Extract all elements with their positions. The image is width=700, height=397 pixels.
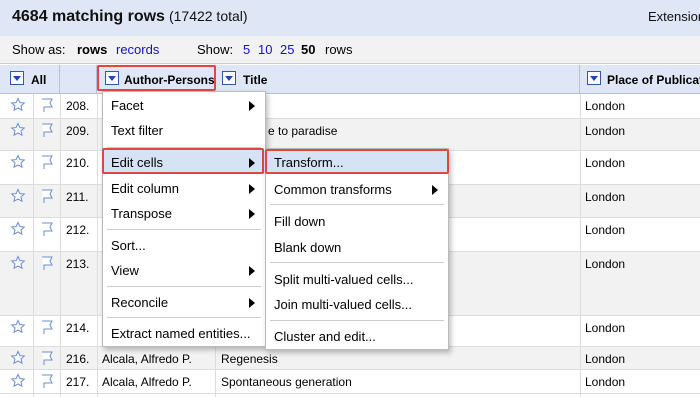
menu-separator — [270, 204, 444, 205]
menu-item-sort[interactable]: Sort... — [103, 233, 265, 257]
row-number: 217. — [66, 375, 90, 389]
rows-suffix: rows — [325, 42, 353, 57]
author-cell[interactable]: Alcala, Alfredo P. — [102, 352, 192, 366]
col-divider — [580, 94, 581, 397]
edit-cells-highlight — [102, 148, 264, 174]
author-header-highlight — [97, 65, 216, 91]
column-header-place[interactable]: Place of Publication — [580, 65, 700, 94]
menu-separator — [270, 320, 444, 321]
star-icon[interactable] — [10, 154, 26, 170]
star-icon[interactable] — [10, 350, 26, 366]
submenu-arrow-icon — [249, 266, 255, 276]
author-cell[interactable]: Alcala, Alfredo P. — [102, 375, 192, 389]
flag-icon[interactable] — [39, 122, 55, 138]
menu-item-facet[interactable]: Facet — [103, 93, 265, 117]
place-cell[interactable]: London — [585, 223, 625, 237]
row-number: 208. — [66, 99, 90, 113]
submenu-arrow-icon — [249, 209, 255, 219]
menu-item-join-cells[interactable]: Join multi-valued cells... — [266, 292, 448, 316]
submenu-arrow-icon — [249, 298, 255, 308]
place-cell[interactable]: London — [585, 375, 625, 389]
matching-count: 4684 matching rows (17422 total) — [12, 8, 248, 25]
title-cell[interactable]: Spontaneous generation — [221, 375, 352, 389]
star-icon[interactable] — [10, 319, 26, 335]
col-divider — [60, 94, 61, 397]
row-number: 211. — [66, 190, 89, 204]
rows-mode[interactable]: rows — [77, 42, 107, 57]
star-icon[interactable] — [10, 188, 26, 204]
place-cell[interactable]: London — [585, 124, 625, 138]
menu-item-blank-down[interactable]: Blank down — [266, 235, 448, 259]
column-header-spacer — [60, 65, 97, 94]
menu-separator — [107, 286, 261, 287]
page-size-5[interactable]: 5 — [243, 42, 250, 57]
menu-item-fill-down[interactable]: Fill down — [266, 209, 448, 233]
star-icon[interactable] — [10, 255, 26, 271]
menu-item-extract-entities[interactable]: Extract named entities... — [103, 321, 265, 345]
title-cell[interactable]: Regenesis — [221, 352, 278, 366]
row-number: 209. — [66, 124, 90, 138]
submenu-arrow-icon — [432, 185, 438, 195]
place-cell[interactable]: London — [585, 156, 625, 170]
row-number: 216. — [66, 352, 90, 366]
transform-highlight — [265, 149, 449, 174]
flag-icon[interactable] — [39, 373, 55, 389]
edit-cells-submenu: Transform... Common transforms Fill down… — [265, 148, 449, 350]
flag-icon[interactable] — [39, 221, 55, 237]
place-cell[interactable]: London — [585, 321, 625, 335]
column-header-title[interactable]: Title — [215, 65, 580, 94]
place-cell[interactable]: London — [585, 190, 625, 204]
star-icon[interactable] — [10, 373, 26, 389]
page-size-50[interactable]: 50 — [301, 42, 315, 57]
menu-item-text-filter[interactable]: Text filter — [103, 118, 265, 142]
col-divider — [97, 94, 98, 397]
flag-icon[interactable] — [39, 319, 55, 335]
submenu-arrow-icon — [249, 101, 255, 111]
menu-item-view[interactable]: View — [103, 258, 265, 282]
total-count: (17422 total) — [168, 8, 248, 24]
row-number: 214. — [66, 321, 90, 335]
title-cell[interactable]: e to paradise — [268, 124, 337, 138]
page-size-10[interactable]: 10 — [258, 42, 272, 57]
column-header-all[interactable]: All — [0, 65, 60, 94]
place-cell[interactable]: London — [585, 352, 625, 366]
column-context-menu: Facet Text filter Edit cells Edit column… — [102, 91, 266, 347]
place-cell[interactable]: London — [585, 257, 625, 271]
row-number: 213. — [66, 257, 90, 271]
row-number: 212. — [66, 223, 90, 237]
extensions-link[interactable]: Extensions — [648, 9, 700, 24]
show-label: Show: — [197, 42, 234, 57]
records-mode-link[interactable]: records — [116, 42, 159, 57]
menu-separator — [270, 262, 444, 263]
menu-item-transpose[interactable]: Transpose — [103, 201, 265, 225]
menu-separator — [107, 229, 261, 230]
column-menu-dropdown-icon[interactable] — [587, 71, 601, 85]
star-icon[interactable] — [10, 97, 26, 113]
column-menu-dropdown-icon[interactable] — [10, 71, 24, 85]
column-menu-dropdown-icon[interactable] — [222, 71, 236, 85]
table-row: 216. Alcala, Alfredo P. Regenesis London — [0, 347, 700, 370]
flag-icon[interactable] — [39, 255, 55, 271]
results-header: 4684 matching rows (17422 total) Extensio… — [0, 0, 700, 36]
menu-item-reconcile[interactable]: Reconcile — [103, 290, 265, 314]
star-icon[interactable] — [10, 122, 26, 138]
view-options-bar: Show as: rows records Show: 5 10 25 50 r… — [0, 36, 700, 64]
flag-icon[interactable] — [39, 188, 55, 204]
flag-icon[interactable] — [39, 350, 55, 366]
table-row: 217. Alcala, Alfredo P. Spontaneous genera… — [0, 370, 700, 394]
submenu-arrow-icon — [249, 184, 255, 194]
show-as-label: Show as: — [12, 42, 66, 57]
menu-item-common-transforms[interactable]: Common transforms — [266, 177, 448, 201]
row-number: 210. — [66, 156, 90, 170]
flag-icon[interactable] — [39, 154, 55, 170]
menu-item-split-cells[interactable]: Split multi-valued cells... — [266, 267, 448, 291]
menu-item-edit-column[interactable]: Edit column — [103, 176, 265, 200]
col-divider — [33, 94, 34, 397]
menu-separator — [107, 317, 261, 318]
flag-icon[interactable] — [39, 97, 55, 113]
menu-item-cluster-edit[interactable]: Cluster and edit... — [266, 324, 448, 348]
place-cell[interactable]: London — [585, 99, 625, 113]
star-icon[interactable] — [10, 221, 26, 237]
page-size-25[interactable]: 25 — [280, 42, 294, 57]
